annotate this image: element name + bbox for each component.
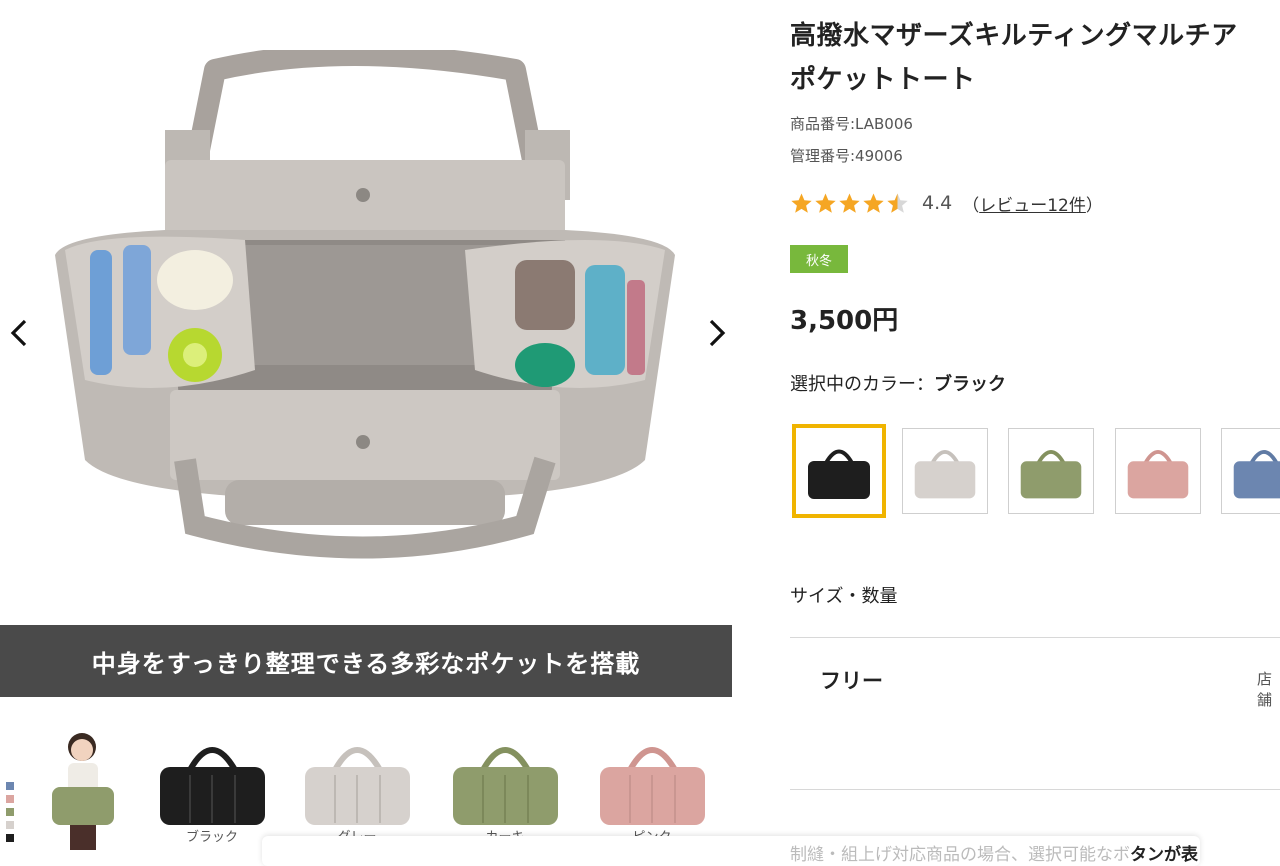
footer-notice-bold: タンが表 bbox=[1130, 845, 1198, 865]
bag-gray-icon bbox=[914, 450, 976, 499]
strip-label-black: ブラック bbox=[185, 830, 238, 845]
star-icon bbox=[815, 192, 836, 213]
rating-row: 4.4 （レビュー12件） bbox=[790, 188, 1103, 218]
divider bbox=[790, 789, 1280, 790]
product-title-line2: ポケットトート bbox=[790, 65, 976, 95]
swatch-dot bbox=[6, 808, 14, 816]
caption-text: 中身をすっきり整理できる多彩なポケットを搭載 bbox=[91, 649, 641, 678]
star-icon bbox=[863, 192, 884, 213]
color-option-pink[interactable] bbox=[1115, 428, 1201, 514]
swatch-dot bbox=[6, 782, 14, 790]
product-number: 商品番号:LAB006 bbox=[790, 115, 913, 133]
review-paren-open: （ bbox=[962, 195, 980, 216]
star-icon bbox=[839, 192, 860, 213]
management-number: 管理番号:49006 bbox=[790, 147, 903, 165]
footer-notice-text: 制縫・組上げ対応商品の場合、選択可能なボ bbox=[790, 845, 1130, 865]
swatch-dot bbox=[6, 821, 14, 829]
review-paren-close: ） bbox=[1085, 195, 1103, 216]
review-link[interactable]: レビュー12件 bbox=[979, 196, 1086, 216]
bag-khaki-icon bbox=[1020, 450, 1082, 499]
chevron-right-icon bbox=[709, 319, 726, 347]
selected-color-label: 選択中のカラー：ブラック bbox=[790, 370, 1006, 396]
swatch-dot bbox=[6, 795, 14, 803]
image-caption-banner: 中身をすっきり整理できる多彩なポケットを搭載 bbox=[0, 625, 732, 697]
bag-blue-icon bbox=[1233, 450, 1280, 499]
review-count: （レビュー12件） bbox=[962, 191, 1103, 216]
chevron-left-icon bbox=[10, 319, 27, 347]
strip-swatch-dots bbox=[6, 782, 14, 847]
prev-image-button[interactable] bbox=[4, 315, 34, 351]
bag-pink-icon bbox=[1127, 450, 1189, 499]
product-info-panel: 高撥水マザーズキルティングマルチア ポケットトート 商品番号:LAB006 管理… bbox=[790, 0, 1280, 854]
star-icon bbox=[791, 192, 812, 213]
color-option-black[interactable] bbox=[792, 424, 886, 518]
price: 3,500円 bbox=[790, 306, 899, 336]
product-title: 高撥水マザーズキルティングマルチア ポケットトート bbox=[790, 14, 1280, 102]
next-image-button[interactable] bbox=[702, 315, 732, 351]
selected-color-prefix: 選択中のカラー： bbox=[790, 374, 934, 395]
season-badge: 秋冬 bbox=[790, 245, 848, 273]
half-star-icon bbox=[887, 192, 908, 213]
footer-notice: 制縫・組上げ対応商品の場合、選択可能なボタンが表 bbox=[790, 840, 1198, 865]
size-option-free[interactable]: フリー bbox=[820, 665, 883, 695]
main-product-image bbox=[45, 44, 690, 590]
store-stock-text: 店舗 bbox=[1257, 670, 1273, 709]
divider bbox=[790, 637, 1280, 638]
model-thumbnail bbox=[40, 725, 140, 850]
swatch-dot bbox=[6, 834, 14, 842]
selected-color-value: ブラック bbox=[934, 374, 1006, 395]
color-option-blue[interactable] bbox=[1221, 428, 1280, 514]
size-quantity-label: サイズ・数量 bbox=[790, 586, 898, 607]
color-option-gray[interactable] bbox=[902, 428, 988, 514]
rating-value: 4.4 bbox=[922, 192, 953, 214]
product-gallery: 中身をすっきり整理できる多彩なポケットを搭載 ブラック bbox=[0, 0, 735, 854]
bag-black-icon bbox=[808, 449, 870, 499]
color-option-khaki[interactable] bbox=[1008, 428, 1094, 514]
product-title-line1: 高撥水マザーズキルティングマルチア bbox=[790, 21, 1238, 51]
